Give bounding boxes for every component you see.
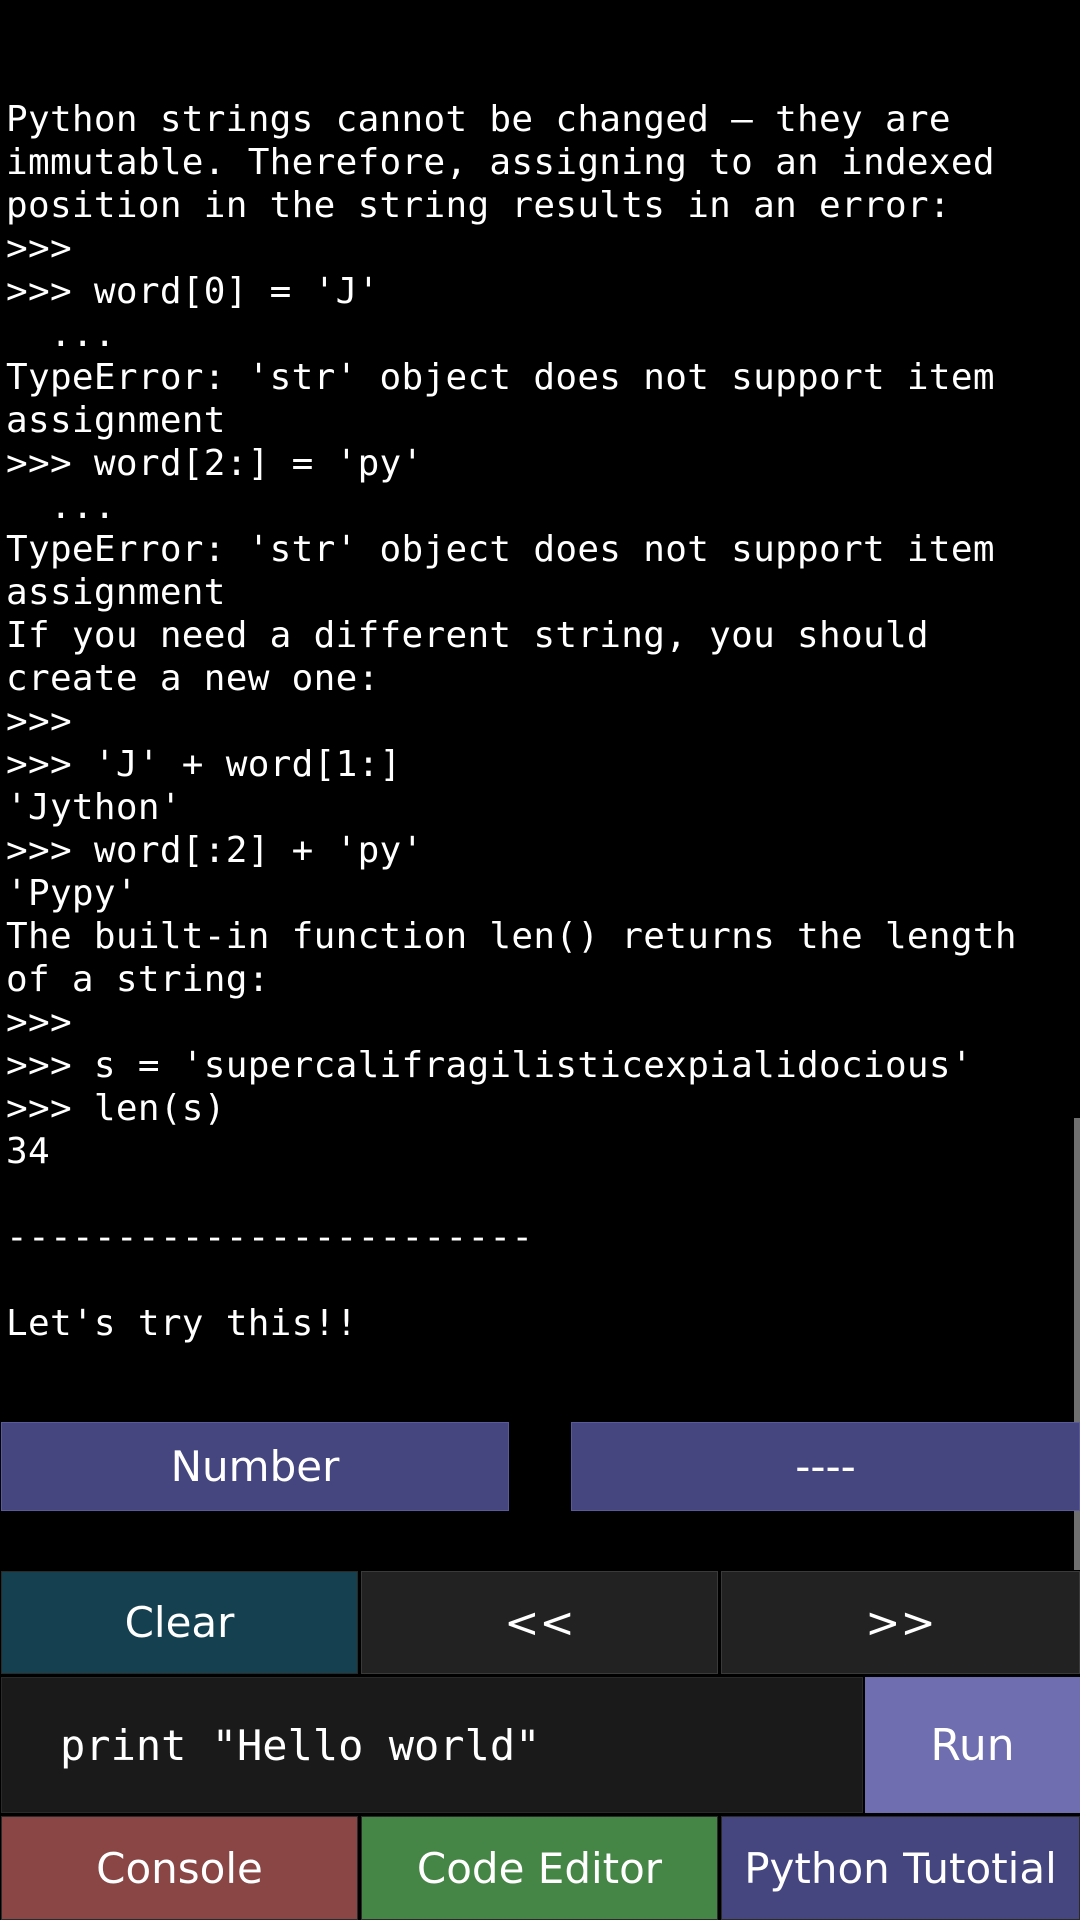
console-line: Python strings cannot be changed — they … — [6, 99, 951, 140]
console-line: >>> — [6, 701, 72, 742]
run-button[interactable]: Run — [865, 1677, 1080, 1813]
console-line: >>> len(s) — [6, 1088, 226, 1129]
console-line: assignment — [6, 400, 226, 441]
code-input[interactable] — [1, 1677, 863, 1813]
dashes-button[interactable]: ---- — [571, 1422, 1080, 1511]
console-line: ... — [6, 314, 116, 355]
console-line: immutable. Therefore, assigning to an in… — [6, 142, 995, 183]
console-line: >>> s = 'supercalifragilisticexpialidoci… — [6, 1045, 973, 1086]
tab-console[interactable]: Console — [1, 1816, 358, 1920]
console-line: The built-in function len() returns the … — [6, 916, 1017, 957]
console-line: TypeError: 'str' object does not support… — [6, 529, 995, 570]
console-line: ... — [6, 486, 116, 527]
console-line: create a new one: — [6, 658, 380, 699]
console-line: 'Pypy' — [6, 873, 138, 914]
tab-python-tutorial[interactable]: Python Tutotial — [721, 1816, 1080, 1920]
console-line: Let's try this!! — [6, 1303, 358, 1344]
previous-button[interactable]: << — [361, 1571, 718, 1674]
next-button[interactable]: >> — [721, 1571, 1080, 1674]
console-line: >>> word[:2] + 'py' — [6, 830, 424, 871]
console-line: >>> word[0] = 'J' — [6, 271, 380, 312]
console-line: position in the string results in an err… — [6, 185, 951, 226]
console-line: 'Jython' — [6, 787, 182, 828]
console-line: >>> word[2:] = 'py' — [6, 443, 424, 484]
number-button[interactable]: Number — [1, 1422, 509, 1511]
console-line: of a string: — [6, 959, 270, 1000]
console-line: 34 — [6, 1131, 50, 1172]
console-line: >>> 'J' + word[1:] — [6, 744, 402, 785]
clear-button[interactable]: Clear — [1, 1571, 358, 1674]
tab-code-editor[interactable]: Code Editor — [361, 1816, 718, 1920]
console-line: TypeError: 'str' object does not support… — [6, 357, 995, 398]
console-line: If you need a different string, you shou… — [6, 615, 929, 656]
console-line: ------------------------ — [6, 1217, 534, 1258]
python-console-screen: Python strings cannot be changed — they … — [0, 0, 1080, 1920]
console-output: Python strings cannot be changed — they … — [6, 98, 1076, 1345]
console-line: >>> — [6, 228, 72, 269]
console-line: >>> — [6, 1002, 72, 1043]
console-line: assignment — [6, 572, 226, 613]
